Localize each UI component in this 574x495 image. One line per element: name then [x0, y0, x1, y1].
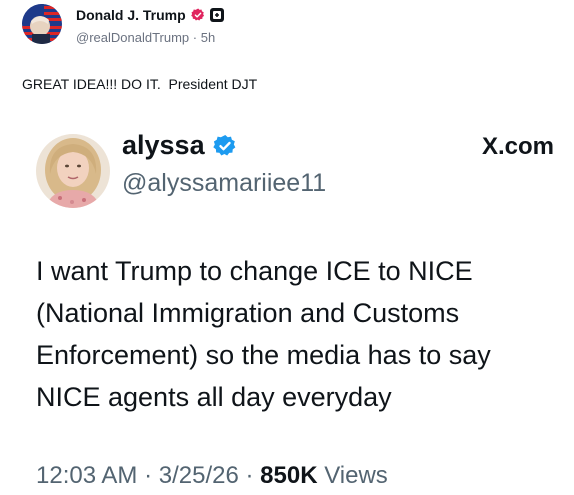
x-logo-icon: X.com [481, 133, 554, 160]
quoted-name-row: alyssa [122, 130, 237, 161]
affiliate-badge-icon [209, 8, 224, 22]
post-time[interactable]: 5h [201, 30, 215, 45]
author-line: Donald J. Trump [76, 7, 224, 23]
quoted-text-line: I want Trump to change ICE to NICE [36, 256, 473, 286]
handle-line: @realDonaldTrump · 5h [76, 30, 215, 45]
quoted-name[interactable]: alyssa [122, 130, 205, 161]
views-label: Views [324, 462, 388, 489]
quoted-post[interactable]: alyssa @alyssamariiee11 X.com I want Tru… [0, 120, 574, 495]
flag-avatar-icon [22, 4, 62, 44]
person-avatar-icon [36, 134, 110, 208]
quoted-date[interactable]: 3/25/26 [159, 462, 239, 489]
author-handle[interactable]: @realDonaldTrump [76, 30, 189, 45]
quoted-text-line: Enforcement) so the media has to say [36, 340, 491, 370]
separator-dot: · [192, 30, 201, 45]
post-header: Donald J. Trump @realDonaldTrump · 5h [22, 2, 562, 50]
quoted-meta: 12:03 AM · 3/25/26 · 850K Views [36, 462, 388, 490]
brand-x-com[interactable]: X.com [482, 133, 554, 161]
quoted-text: I want Trump to change ICE to NICE (Nati… [36, 250, 566, 418]
author-avatar[interactable] [22, 4, 62, 44]
separator-dot: · [144, 462, 159, 489]
verified-badge-icon [212, 134, 237, 158]
quoted-handle[interactable]: @alyssamariiee11 [122, 169, 326, 198]
quoted-avatar[interactable] [36, 134, 110, 208]
quoted-time[interactable]: 12:03 AM [36, 462, 137, 489]
verified-badge-icon [190, 8, 205, 22]
post-text: GREAT IDEA!!! DO IT. President DJT [22, 76, 258, 92]
author-name[interactable]: Donald J. Trump [76, 7, 186, 23]
quoted-text-line: (National Immigration and Customs [36, 298, 460, 328]
quoted-text-line: NICE agents all day everyday [36, 382, 392, 412]
separator-dot: · [245, 462, 261, 489]
views-count: 850K [260, 462, 325, 489]
